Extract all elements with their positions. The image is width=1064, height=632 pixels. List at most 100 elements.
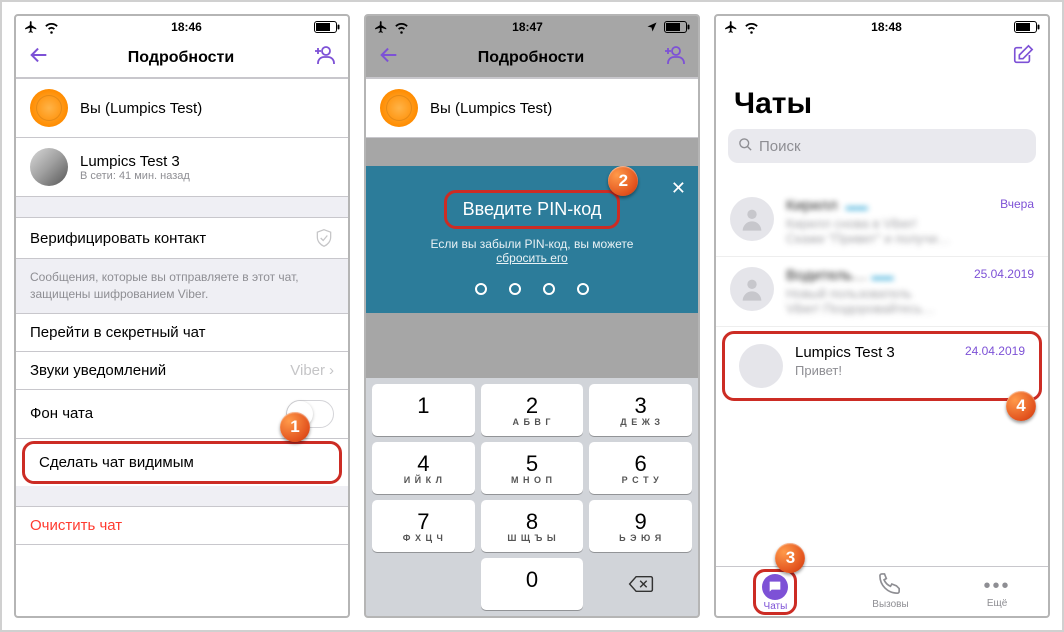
close-icon[interactable]: ✕ <box>671 178 686 199</box>
you-label: Вы (Lumpics Test) <box>430 100 552 117</box>
pin-reset-link[interactable]: сбросить его <box>496 251 567 265</box>
search-placeholder: Поиск <box>759 138 801 155</box>
search-icon <box>738 137 753 156</box>
you-row: Вы (Lumpics Test) <box>16 78 348 138</box>
keypad-key-3[interactable]: 3Д Е Ж З <box>589 384 692 436</box>
avatar-contact <box>739 344 783 388</box>
chat-row-lumpics[interactable]: Lumpics Test 3 Привет! 24.04.2019 <box>725 334 1039 398</box>
keypad-key-7[interactable]: 7Ф Х Ц Ч <box>372 500 475 552</box>
numeric-keypad: 1 2А Б В Г3Д Е Ж З 4И Й К Л5М Н О П6Р С Т… <box>366 378 698 616</box>
avatar-placeholder <box>730 197 774 241</box>
make-visible-callout: Сделать чат видимым <box>22 441 342 484</box>
background-row[interactable]: Фон чата 1 <box>16 390 348 439</box>
nav-title: Подробности <box>478 49 584 67</box>
secret-chat-label: Перейти в секретный чат <box>30 324 206 341</box>
avatar-placeholder <box>730 267 774 311</box>
make-visible-label: Сделать чат видимым <box>39 454 194 471</box>
pin-subtitle: Если вы забыли PIN-код, вы можете сброси… <box>384 237 680 265</box>
contact-name: Lumpics Test 3 <box>80 153 190 170</box>
verify-contact[interactable]: Верифицировать контакт <box>16 217 348 259</box>
you-label: Вы (Lumpics Test) <box>80 100 202 117</box>
avatar-you <box>30 89 68 127</box>
chat-date: 25.04.2019 <box>974 267 1034 281</box>
keypad-key-5[interactable]: 5М Н О П <box>481 442 584 494</box>
status-bar: 18:48 <box>716 16 1048 38</box>
clear-chat-row[interactable]: Очистить чат <box>16 506 348 545</box>
tab-chats-callout: Чаты <box>753 569 797 615</box>
location-icon <box>646 21 658 33</box>
keypad-key-8[interactable]: 8Ш Щ Ъ Ы <box>481 500 584 552</box>
tab-more[interactable]: ••• Ещё <box>984 575 1011 609</box>
you-row: Вы (Lumpics Test) <box>366 78 698 138</box>
more-icon: ••• <box>984 575 1011 597</box>
tab-chats-label: Чаты <box>764 601 788 612</box>
callout-badge-2: 2 <box>608 166 638 196</box>
keypad-key-6[interactable]: 6Р С Т У <box>589 442 692 494</box>
back-arrow-icon[interactable] <box>378 44 400 71</box>
chat-row-blurred-1[interactable]: Кирилл ▬▬ Кирилл снова в Viber!Скажи "Пр… <box>716 187 1048 257</box>
add-person-icon[interactable] <box>312 43 336 72</box>
battery-icon <box>314 21 340 33</box>
airplane-icon <box>374 20 388 34</box>
callout-badge-3: 3 <box>775 543 805 573</box>
clear-chat-label: Очистить чат <box>30 517 122 534</box>
sounds-label: Звуки уведомлений <box>30 362 166 379</box>
keypad-key-9[interactable]: 9Ь Э Ю Я <box>589 500 692 552</box>
verify-contact-label: Верифицировать контакт <box>30 230 206 247</box>
phone-pin-entry: 18:47 Подробности Вы (Lumpics Test) ✕ Вв… <box>364 14 700 618</box>
make-visible-row[interactable]: Сделать чат видимым <box>25 444 339 481</box>
phone-icon <box>879 573 901 598</box>
wifi-icon <box>44 20 59 35</box>
tab-calls[interactable]: Вызовы <box>872 573 908 610</box>
pin-sub-text: Если вы забыли PIN-код, вы можете <box>431 237 634 251</box>
encryption-note: Сообщения, которые вы отправляете в этот… <box>16 259 348 313</box>
phone-chats-list: 18:48 Чаты Поиск Кирилл ▬▬ Кирилл снова … <box>714 14 1050 618</box>
keypad-key-1[interactable]: 1 <box>372 384 475 436</box>
chat-date: 24.04.2019 <box>965 344 1025 358</box>
chat-date: Вчера <box>1000 197 1034 211</box>
callout-badge-1: 1 <box>280 412 310 442</box>
sounds-value: Viber <box>290 362 325 379</box>
battery-icon <box>1014 21 1040 33</box>
contact-row[interactable]: Lumpics Test 3 В сети: 41 мин. назад <box>16 138 348 197</box>
back-arrow-icon[interactable] <box>28 44 50 71</box>
phone-details-1: 18:46 Подробности Вы (Lumpics Test) Lump… <box>14 14 350 618</box>
keypad-key-0[interactable]: 0 <box>481 558 584 610</box>
pin-dots <box>384 283 680 295</box>
tab-more-label: Ещё <box>987 598 1007 609</box>
search-input[interactable]: Поиск <box>728 129 1036 163</box>
callout-badge-4: 4 <box>1006 391 1036 421</box>
battery-icon <box>664 21 690 33</box>
tab-calls-label: Вызовы <box>872 599 908 610</box>
add-person-icon[interactable] <box>662 43 686 72</box>
pin-title-callout: Введите PIN-код <box>444 190 621 229</box>
tab-bar: Чаты 3 Вызовы ••• Ещё <box>716 566 1048 616</box>
tab-chats[interactable]: Чаты <box>762 574 788 612</box>
status-time: 18:46 <box>171 20 202 34</box>
keypad-blank <box>372 558 475 610</box>
avatar-contact <box>30 148 68 186</box>
airplane-icon <box>724 20 738 34</box>
keypad-key-4[interactable]: 4И Й К Л <box>372 442 475 494</box>
wifi-icon <box>744 20 759 35</box>
keypad-backspace[interactable] <box>589 558 692 610</box>
shield-icon <box>314 228 334 248</box>
background-label: Фон чата <box>30 405 93 422</box>
keypad-key-2[interactable]: 2А Б В Г <box>481 384 584 436</box>
status-time: 18:48 <box>871 20 902 34</box>
contact-status: В сети: 41 мин. назад <box>80 170 190 182</box>
airplane-icon <box>24 20 38 34</box>
page-title: Чаты <box>716 77 1048 129</box>
pin-title: Введите PIN-код <box>451 195 614 224</box>
sounds-row[interactable]: Звуки уведомлений Viber› <box>16 352 348 390</box>
nav-title: Подробности <box>128 49 234 67</box>
chat-row-blurred-2[interactable]: Водитель… ▬▬ Новый пользовательViber! По… <box>716 257 1048 327</box>
chat-name: Lumpics Test 3 <box>795 344 959 361</box>
chat-msg: Привет! <box>795 363 959 378</box>
nav-bar: Подробности <box>16 38 348 78</box>
avatar-you <box>380 89 418 127</box>
secret-chat-row[interactable]: Перейти в секретный чат <box>16 313 348 352</box>
compose-icon[interactable] <box>1012 44 1034 71</box>
status-bar: 18:46 <box>16 16 348 38</box>
pin-panel: ✕ Введите PIN-код 2 Если вы забыли PIN-к… <box>366 166 698 313</box>
